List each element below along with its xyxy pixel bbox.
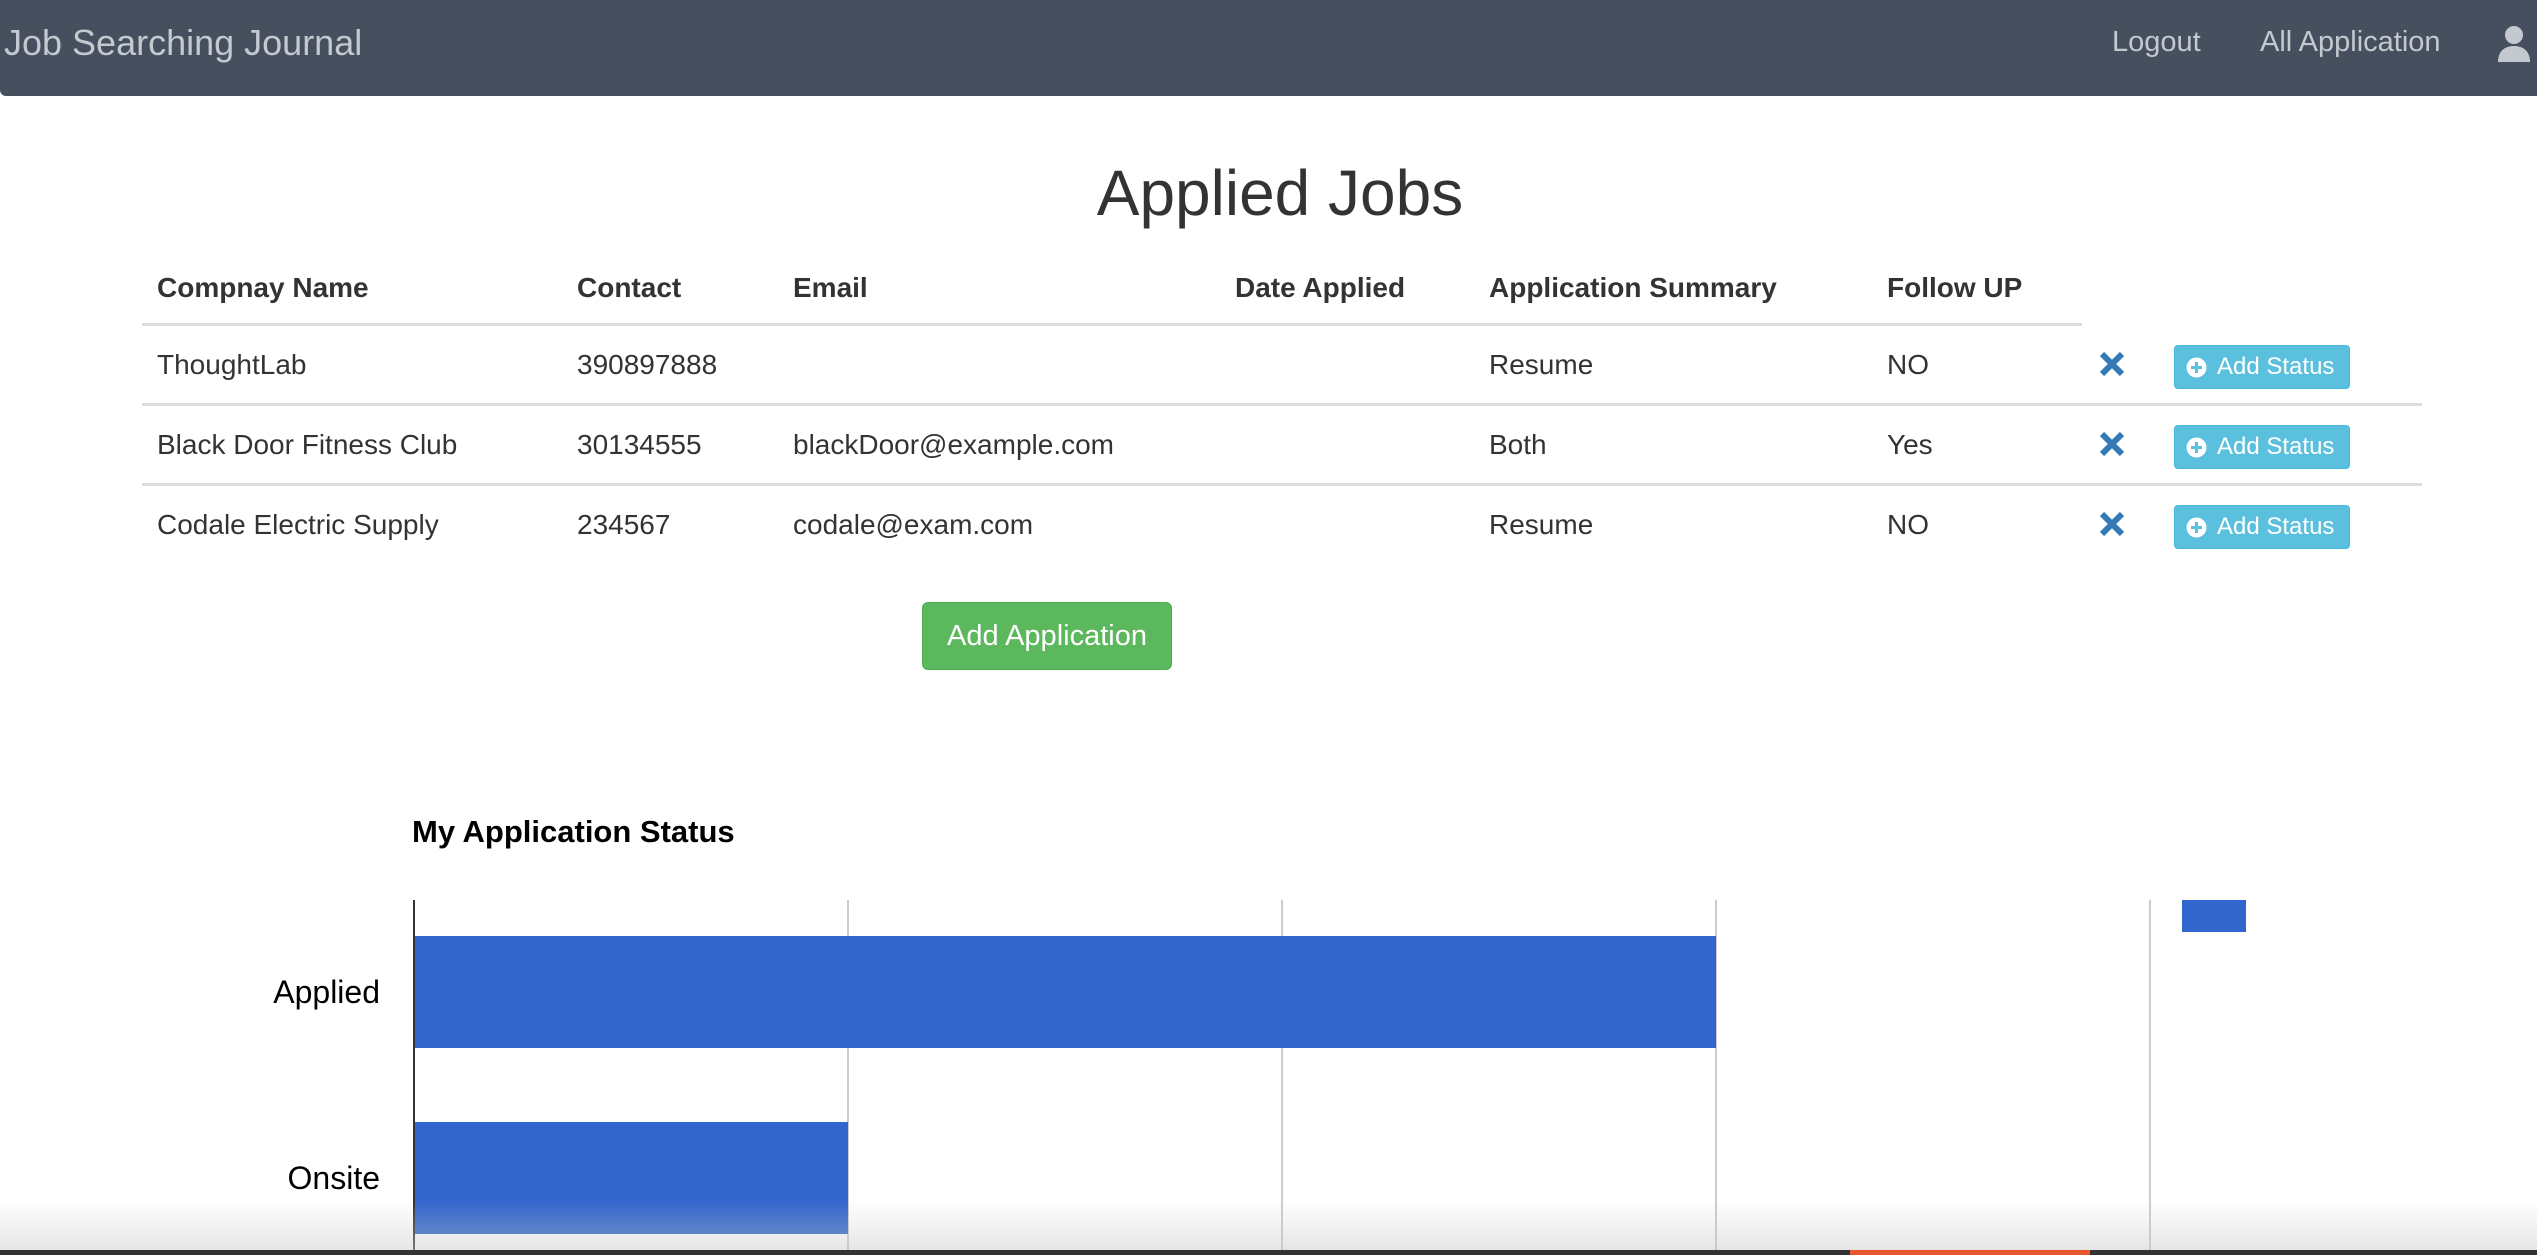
cell-email: codale@exam.com <box>793 509 1034 540</box>
cell-email: blackDoor@example.com <box>793 429 1114 460</box>
legend-swatch <box>2182 900 2246 932</box>
cell-follow-up: NO <box>1887 349 1929 380</box>
header-follow-up: Follow UP <box>1887 272 2023 303</box>
add-status-button[interactable]: Add Status <box>2174 345 2350 389</box>
chart-title: My Application Status <box>412 814 735 849</box>
bottom-edge <box>0 1250 2537 1255</box>
application-status-chart: Applied Onsite <box>273 900 2246 1255</box>
brand-title[interactable]: Job Searching Journal <box>4 22 362 64</box>
add-status-button[interactable]: Add Status <box>2174 505 2350 549</box>
cell-contact: 390897888 <box>577 349 718 380</box>
category-label: Applied <box>273 974 380 1010</box>
table-header: Compnay Name Contact Email Date Applied … <box>142 264 2082 326</box>
cell-company: Codale Electric Supply <box>157 509 439 540</box>
logout-link[interactable]: Logout <box>2112 26 2201 59</box>
applied-jobs-table: Compnay Name Contact Email Date Applied … <box>142 264 2422 566</box>
cell-company: Black Door Fitness Club <box>157 429 458 460</box>
cell-contact: 30134555 <box>577 429 702 460</box>
add-status-label: Add Status <box>2217 433 2335 460</box>
table-row: ThoughtLab 390897888 Resume NO Add Statu… <box>142 326 2422 406</box>
table-row: Codale Electric Supply 234567 codale@exa… <box>142 486 2422 566</box>
cell-summary: Resume <box>1489 349 1594 380</box>
header-email: Email <box>793 272 868 303</box>
plus-circle-icon <box>2186 437 2207 458</box>
cell-summary: Resume <box>1489 509 1594 540</box>
cell-follow-up: Yes <box>1887 429 1933 460</box>
navbar: Job Searching Journal Logout All Applica… <box>0 0 2537 96</box>
add-status-button[interactable]: Add Status <box>2174 425 2350 469</box>
add-application-button[interactable]: Add Application <box>922 602 1172 670</box>
table-row: Black Door Fitness Club 30134555 blackDo… <box>142 406 2422 486</box>
category-label: Onsite <box>288 1160 380 1196</box>
header-application-summary: Application Summary <box>1489 272 1777 303</box>
cell-company: ThoughtLab <box>157 349 307 380</box>
close-icon[interactable] <box>2096 428 2128 460</box>
all-application-link[interactable]: All Application <box>2260 26 2441 59</box>
header-contact: Contact <box>577 272 682 303</box>
plus-circle-icon <box>2186 357 2207 378</box>
cell-follow-up: NO <box>1887 509 1929 540</box>
header-date-applied: Date Applied <box>1235 272 1406 303</box>
add-status-label: Add Status <box>2217 513 2335 540</box>
add-status-label: Add Status <box>2217 353 2335 380</box>
close-icon[interactable] <box>2096 348 2128 380</box>
bar-onsite <box>414 1122 848 1234</box>
bar-applied <box>414 936 1716 1048</box>
cell-summary: Both <box>1489 429 1547 460</box>
bottom-accent <box>1850 1250 2090 1255</box>
plus-circle-icon <box>2186 517 2207 538</box>
cell-contact: 234567 <box>577 509 671 540</box>
close-icon[interactable] <box>2096 508 2128 540</box>
header-company-name: Compnay Name <box>157 272 369 303</box>
page-title: Applied Jobs <box>1096 157 1464 229</box>
user-icon[interactable] <box>2496 24 2532 64</box>
